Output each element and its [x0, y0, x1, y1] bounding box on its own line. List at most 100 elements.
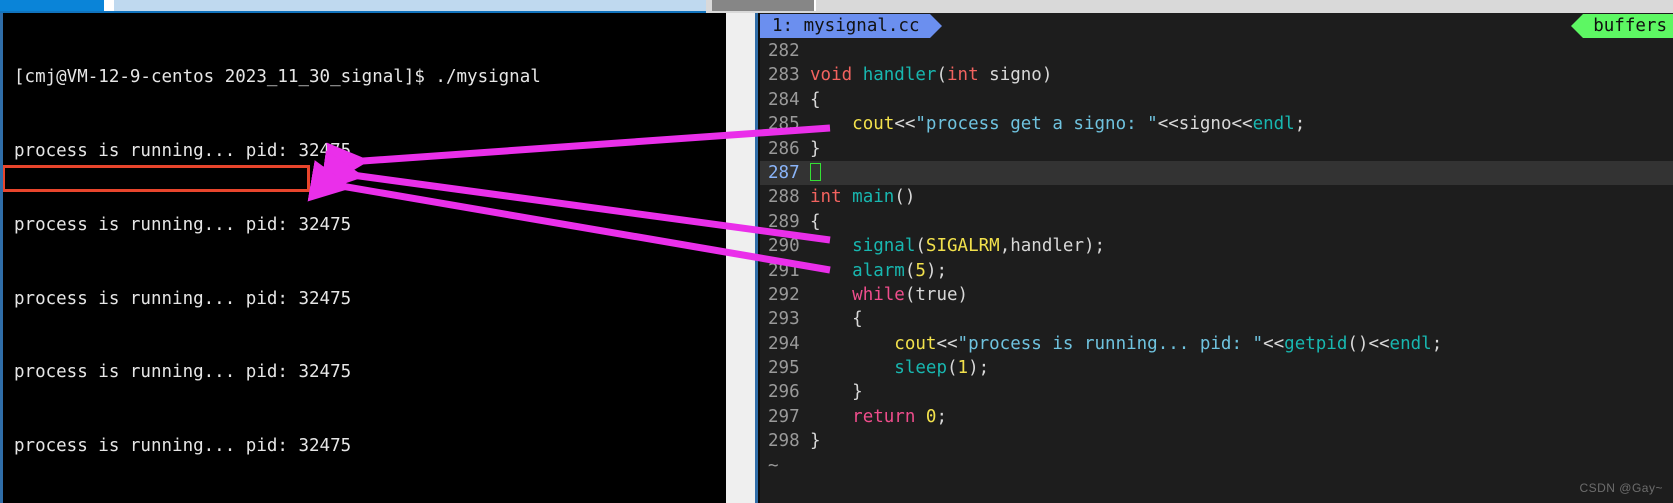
code-token: handler	[1010, 236, 1084, 257]
editor-scrollbar-thumb[interactable]	[712, 0, 814, 11]
code-text: int main()	[810, 187, 915, 207]
code-token: {	[810, 309, 863, 330]
code-token: (	[904, 260, 916, 281]
terminal-right-margin	[690, 13, 726, 503]
code-text: sleep(1);	[810, 358, 989, 378]
code-line[interactable]: 288 int main()	[760, 185, 1673, 209]
terminal-pane[interactable]: [cmj@VM-12-9-centos 2023_11_30_signal]$ …	[0, 13, 690, 503]
code-token: cout	[894, 333, 937, 354]
code-line[interactable]: 297 return 0;	[760, 405, 1673, 429]
code-token: cout	[852, 114, 895, 135]
editor-cursor	[810, 162, 821, 181]
code-line[interactable]: 292 while(true)	[760, 283, 1673, 307]
code-line[interactable]: 282	[760, 39, 1673, 63]
code-line[interactable]: 294 cout<<"process is running... pid: "<…	[760, 332, 1673, 356]
scrollbar-gap	[104, 0, 114, 11]
terminal-line: process is running... pid: 32475	[14, 140, 352, 161]
terminal-horizontal-scrollbar-thumb[interactable]	[0, 0, 104, 11]
pane-gutter[interactable]	[726, 13, 755, 503]
terminal-left-rail	[0, 13, 3, 503]
code-text: }	[810, 382, 863, 402]
code-token: }	[810, 382, 863, 403]
code-token: <<	[936, 333, 958, 354]
code-token: int	[947, 65, 990, 86]
editor-pane[interactable]: 1: mysignal.cc buffers 282 283 void handle…	[760, 13, 1673, 503]
code-line[interactable]: 285 cout<<"process get a signo: "<<signo…	[760, 112, 1673, 136]
code-line[interactable]: 293 {	[760, 307, 1673, 331]
code-token: {	[810, 211, 821, 232]
code-line[interactable]: 284 {	[760, 88, 1673, 112]
code-token: }	[810, 431, 821, 452]
code-text: return 0;	[810, 407, 947, 427]
code-token: handler	[862, 65, 937, 86]
code-token: {	[810, 89, 821, 110]
code-text: {	[810, 309, 863, 329]
code-line[interactable]: 298}	[760, 429, 1673, 453]
code-line[interactable]: 295 sleep(1);	[760, 356, 1673, 380]
code-token: alarm	[852, 260, 905, 281]
code-text: signal(SIGALRM,handler);	[810, 236, 1105, 256]
tab-mysignal-cc[interactable]: 1: mysignal.cc	[760, 14, 941, 38]
terminal-line: process is running... pid: 32475	[14, 436, 352, 457]
editor-tab-row: 1: mysignal.cc buffers	[760, 13, 1673, 38]
code-token: <<	[1263, 333, 1285, 354]
terminal-line: [cmj@VM-12-9-centos 2023_11_30_signal]$ …	[14, 67, 541, 88]
code-line[interactable]: 290 signal(SIGALRM,handler);	[760, 234, 1673, 258]
code-text: void handler(int signo)	[810, 65, 1052, 85]
code-line[interactable]: 289 {	[760, 210, 1673, 234]
line-number: 293	[768, 309, 800, 330]
code-token: (	[915, 236, 926, 257]
code-token: ;	[1294, 114, 1306, 135]
line-number: 284	[768, 89, 800, 110]
code-token: );	[1084, 236, 1106, 257]
code-token: <<	[1368, 333, 1390, 354]
code-token: return	[852, 406, 926, 427]
line-number: 296	[768, 382, 800, 403]
code-line[interactable]: 286}	[760, 137, 1673, 161]
code-editor-content[interactable]: 282 283 void handler(int signo) 284{285 cou…	[760, 39, 1673, 503]
code-token: 0	[925, 406, 937, 427]
code-token: )	[1041, 65, 1053, 86]
code-token: void	[810, 65, 863, 86]
code-line[interactable]: 287	[760, 160, 1673, 186]
line-number: 292	[768, 284, 800, 305]
code-token: getpid	[1284, 333, 1348, 354]
code-line[interactable]: 296 }	[760, 380, 1673, 404]
terminal-line: process is running... pid: 32475	[14, 362, 352, 383]
code-token: );	[925, 260, 948, 281]
code-token: ()	[1347, 333, 1369, 354]
line-number: 286	[768, 138, 800, 159]
code-text: cout<<"process get a signo: "<<signo<<en…	[810, 114, 1305, 134]
line-number: 282	[768, 41, 800, 61]
code-token: ()	[894, 187, 916, 208]
code-token: signo	[1178, 114, 1232, 135]
code-token: sleep	[894, 358, 947, 379]
top-chrome-strip	[0, 0, 1673, 13]
code-text: while(true)	[810, 285, 968, 305]
code-token: SIGALRM	[925, 236, 1000, 257]
line-number: 290	[768, 236, 800, 257]
code-token: <<	[1231, 114, 1253, 135]
code-text: }	[810, 139, 821, 159]
terminal-output: [cmj@VM-12-9-centos 2023_11_30_signal]$ …	[14, 16, 541, 503]
line-number: 283	[768, 65, 800, 86]
code-line[interactable]: 291 alarm(5);	[760, 259, 1673, 283]
line-number: 291	[768, 260, 800, 281]
code-token: ;	[936, 406, 948, 427]
code-token: true	[915, 284, 958, 305]
line-number: 288	[768, 187, 800, 208]
tab-buffers[interactable]: buffers	[1571, 14, 1673, 38]
code-token: int	[810, 187, 853, 208]
code-token: <<	[894, 114, 916, 135]
code-line[interactable]: 283 void handler(int signo)	[760, 63, 1673, 87]
editor-scrollbar-track[interactable]	[816, 0, 1673, 11]
code-token: ,	[999, 236, 1011, 257]
code-token: "process is running... pid: "	[957, 333, 1264, 354]
code-token: (	[936, 65, 947, 86]
screenshot-root: [cmj@VM-12-9-centos 2023_11_30_signal]$ …	[0, 0, 1673, 503]
